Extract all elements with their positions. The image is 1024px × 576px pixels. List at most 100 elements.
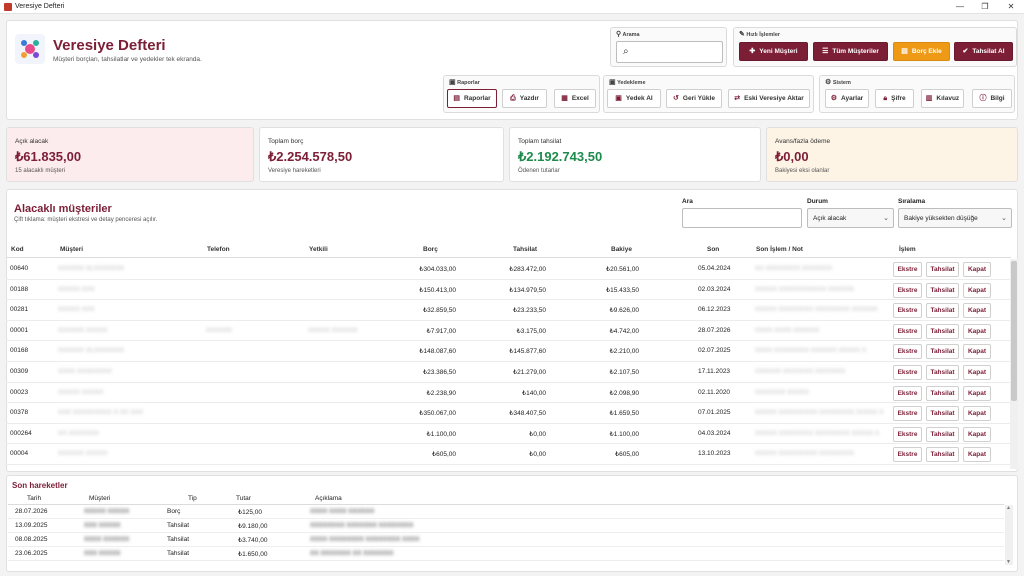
history-row[interactable]: 28.07.2026 XXXXX XXXXX Borç ₺125,00 XXXX XXX… bbox=[8, 505, 1004, 519]
statement-button[interactable]: Ekstre bbox=[893, 426, 922, 442]
customers-scrollbar[interactable] bbox=[1010, 259, 1018, 469]
cell-balance: ₺9.626,00 bbox=[609, 307, 639, 315]
table-row[interactable]: 00188 XXXXX XXX ₺150.413,00 ₺134.979,50 ₺15.… bbox=[6, 280, 1010, 301]
row-close-button[interactable]: Kapat bbox=[963, 385, 991, 401]
row-collect-button[interactable]: Tahsilat bbox=[926, 344, 959, 360]
hist-date: 13.09.2025 bbox=[15, 522, 48, 529]
table-row[interactable]: 00640 XXXXXX XLXXXXXXX ₺304.033,00 ₺283.472… bbox=[6, 259, 1010, 280]
table-row[interactable]: 00378 XXX XXXXXXXXX X XX XXX ₺350.067,00 ₺3… bbox=[6, 403, 1010, 424]
restore-icon: ↺ bbox=[673, 95, 679, 102]
hist-col-description[interactable]: Açıklama bbox=[315, 495, 342, 502]
table-row[interactable]: 00168 XXXXXX XLXXXXXXX ₺148.087,60 ₺145.877… bbox=[6, 341, 1010, 362]
statement-button[interactable]: Ekstre bbox=[893, 262, 922, 277]
table-row[interactable]: 000264 XX XXXXXXX ₺1.100,00 ₺0,00 ₺1.100,00 0… bbox=[6, 424, 1010, 445]
book-icon: ▥ bbox=[925, 95, 933, 102]
hist-customer: XXX XXXXX bbox=[84, 550, 121, 557]
table-row[interactable]: 00004 XXXXXX XXXXX ₺605,00 ₺0,00 ₺605,00 13.1… bbox=[6, 444, 1010, 465]
status-select[interactable]: Açık alacak ⌄ bbox=[807, 208, 894, 228]
history-scrollbar[interactable]: ▲ ▼ bbox=[1005, 505, 1013, 565]
history-row[interactable]: 23.06.2025 XXX XXXXX Tahsilat ₺1.650,00 XX X… bbox=[8, 547, 1004, 561]
row-collect-button[interactable]: Tahsilat bbox=[926, 426, 959, 442]
col-contact[interactable]: Yetkili bbox=[309, 246, 328, 253]
row-collect-button[interactable]: Tahsilat bbox=[926, 365, 959, 380]
cell-balance: ₺1.659,50 bbox=[609, 410, 639, 418]
scroll-up-icon[interactable]: ▲ bbox=[1006, 505, 1011, 511]
history-row[interactable]: 08.08.2025 XXXX XXXXXX Tahsilat ₺3.740,00 XX… bbox=[8, 533, 1004, 547]
hist-col-customer[interactable]: Müşteri bbox=[89, 495, 110, 502]
customers-scroll-thumb[interactable] bbox=[1011, 261, 1017, 401]
statement-button[interactable]: Ekstre bbox=[893, 447, 922, 463]
maximize-icon[interactable]: ❐ bbox=[977, 2, 993, 11]
col-paid[interactable]: Tahsilat bbox=[513, 246, 537, 253]
history-row[interactable]: 13.09.2025 XXX XXXXX Tahsilat ₺9.180,00 XXXX… bbox=[8, 519, 1004, 533]
minimize-icon[interactable]: — bbox=[952, 2, 968, 11]
hist-type: Borç bbox=[167, 508, 181, 515]
all-customers-button[interactable]: ☰ Tüm Müşteriler bbox=[813, 42, 888, 61]
row-close-button[interactable]: Kapat bbox=[963, 303, 991, 319]
row-collect-button[interactable]: Tahsilat bbox=[926, 406, 959, 422]
col-debt[interactable]: Borç bbox=[423, 246, 438, 253]
print-button[interactable]: ⎙ Yazdır bbox=[502, 89, 547, 108]
search-input[interactable]: ⌕ bbox=[616, 41, 723, 63]
table-row[interactable]: 00309 XXXX XXXXXXXX ₺23.386,50 ₺21.279,00 ₺2… bbox=[6, 362, 1010, 383]
new-customer-button[interactable]: ✚ Yeni Müşteri bbox=[739, 42, 808, 61]
info-button[interactable]: ⓘ Bilgi bbox=[972, 89, 1012, 108]
statement-button[interactable]: Ekstre bbox=[893, 303, 922, 319]
row-close-button[interactable]: Kapat bbox=[963, 323, 991, 339]
statement-button[interactable]: Ekstre bbox=[893, 385, 922, 401]
row-collect-button[interactable]: Tahsilat bbox=[926, 262, 959, 277]
cell-note: XXXXX XXXXXXXXX XXXXXXXX bbox=[755, 450, 854, 458]
col-actions: İşlem bbox=[899, 246, 916, 253]
row-close-button[interactable]: Kapat bbox=[963, 406, 991, 422]
customer-filter-input[interactable] bbox=[682, 208, 802, 228]
statement-button[interactable]: Ekstre bbox=[893, 365, 922, 380]
scroll-down-icon[interactable]: ▼ bbox=[1006, 559, 1011, 565]
row-close-button[interactable]: Kapat bbox=[963, 365, 991, 380]
lock-icon: 🔒︎ bbox=[883, 95, 888, 102]
restore-button[interactable]: ↺ Geri Yükle bbox=[666, 89, 722, 108]
statement-button[interactable]: Ekstre bbox=[893, 406, 922, 422]
col-phone[interactable]: Telefon bbox=[207, 246, 230, 253]
col-code[interactable]: Kod bbox=[11, 246, 24, 253]
col-note[interactable]: Son İşlem / Not bbox=[756, 246, 803, 253]
collect-payment-button[interactable]: ✔ Tahsilat Al bbox=[954, 42, 1013, 61]
col-last[interactable]: Son bbox=[707, 246, 719, 253]
row-collect-button[interactable]: Tahsilat bbox=[926, 385, 959, 401]
cell-debt: ₺7.917,00 bbox=[426, 327, 456, 335]
hist-col-date[interactable]: Tarih bbox=[27, 495, 41, 502]
close-icon[interactable]: ✕ bbox=[1003, 2, 1019, 11]
import-legacy-button[interactable]: ⇄ Eski Veresiye Aktar bbox=[728, 89, 810, 108]
add-debt-button[interactable]: ▤ Borç Ekle bbox=[893, 42, 950, 61]
row-close-button[interactable]: Kapat bbox=[963, 282, 991, 298]
statement-button[interactable]: Ekstre bbox=[893, 282, 922, 298]
backup-button[interactable]: ▣ Yedek Al bbox=[607, 89, 661, 108]
table-row[interactable]: 00023 XXXXX XXXXX ₺2.238,90 ₺140,00 ₺2.098,9… bbox=[6, 383, 1010, 404]
hist-type: Tahsilat bbox=[167, 550, 190, 557]
row-collect-button[interactable]: Tahsilat bbox=[926, 323, 959, 339]
reports-button[interactable]: ▤ Raporlar bbox=[447, 89, 497, 108]
hist-col-type[interactable]: Tip bbox=[188, 495, 197, 502]
row-collect-button[interactable]: Tahsilat bbox=[926, 282, 959, 298]
cell-debt: ₺304.033,00 bbox=[419, 266, 456, 273]
row-close-button[interactable]: Kapat bbox=[963, 447, 991, 463]
settings-button[interactable]: ⚙ Ayarlar bbox=[825, 89, 869, 108]
excel-button[interactable]: ▦ Excel bbox=[554, 89, 596, 108]
row-close-button[interactable]: Kapat bbox=[963, 426, 991, 442]
window-title: Veresiye Defteri bbox=[15, 3, 65, 10]
hist-amount: ₺9.180,00 bbox=[238, 523, 268, 530]
table-row[interactable]: 00001 XXXXXX XXXXX XXXXXX XXXXX XXXXXX ₺7.91… bbox=[6, 321, 1010, 342]
sort-select[interactable]: Bakiye yüksekten düşüğe ⌄ bbox=[898, 208, 1012, 228]
col-balance[interactable]: Bakiye bbox=[611, 246, 632, 253]
backup-group: ▣ Yedekleme ▣ Yedek Al ↺ Geri Yükle ⇄ Eski … bbox=[603, 75, 814, 113]
statement-button[interactable]: Ekstre bbox=[893, 323, 922, 339]
row-collect-button[interactable]: Tahsilat bbox=[926, 447, 959, 463]
row-collect-button[interactable]: Tahsilat bbox=[926, 303, 959, 319]
guide-button[interactable]: ▥ Kılavuz bbox=[921, 89, 964, 108]
hist-col-amount[interactable]: Tutar bbox=[236, 495, 251, 502]
password-button[interactable]: 🔒︎ Şifre bbox=[875, 89, 914, 108]
table-row[interactable]: 00281 XXXXX XXX ₺32.859,50 ₺23.233,50 ₺9.626… bbox=[6, 300, 1010, 321]
statement-button[interactable]: Ekstre bbox=[893, 344, 922, 360]
col-customer[interactable]: Müşteri bbox=[60, 246, 83, 253]
row-close-button[interactable]: Kapat bbox=[963, 262, 991, 277]
row-close-button[interactable]: Kapat bbox=[963, 344, 991, 360]
